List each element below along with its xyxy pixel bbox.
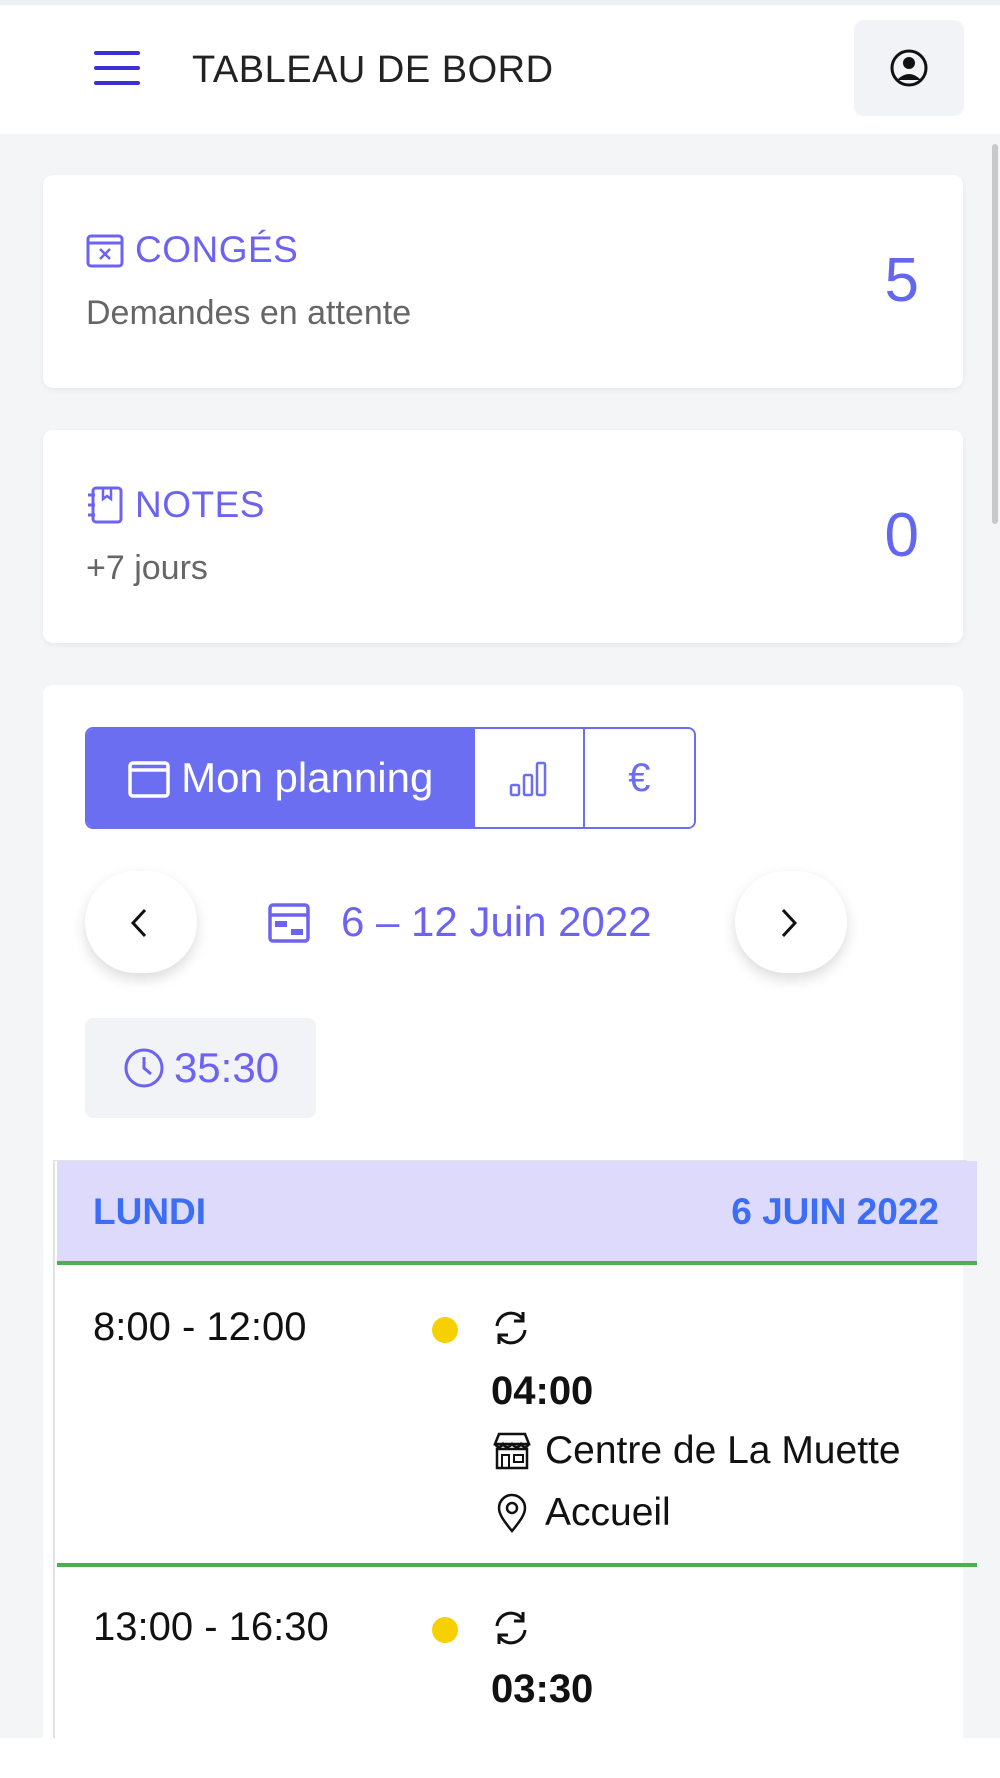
day-header: LUNDI 6 JUIN 2022 [57,1161,977,1265]
menu-icon[interactable] [94,49,142,89]
total-hours-value: 35:30 [173,1044,280,1091]
planning-card: Mon planning € 6 – 12 Juin 2022 35:30 LU… [43,685,977,1738]
conges-title: CONGÉS [135,229,299,270]
total-hours-badge: 35:30 [85,1018,316,1118]
notes-card[interactable]: NOTES +7 jours 0 [43,430,963,643]
notes-count: 0 [884,501,919,570]
map-pin-icon [497,1493,527,1533]
planning-tab-group: Mon planning € [85,727,696,829]
status-dot [432,1317,458,1343]
notes-subtitle: +7 jours [86,549,208,587]
tab-mon-planning[interactable]: Mon planning [87,729,474,827]
tab-statistics[interactable] [473,729,583,827]
clock-icon [124,1048,164,1088]
main-content: CONGÉS Demandes en attente 5 NOTES +7 jo… [0,134,1000,1738]
day-date: 6 JUIN 2022 [731,1191,939,1232]
conges-count: 5 [884,246,919,315]
status-dot [432,1617,458,1643]
user-circle-icon [890,49,928,87]
shift-time: 13:00 - 16:30 [93,1605,329,1649]
conges-label: CONGÉS [85,229,298,271]
shift-slot[interactable]: 8:00 - 12:00 04:00 Centre de La Muette A… [57,1265,977,1563]
previous-week-button[interactable] [85,871,197,973]
shift-duration: 03:30 [491,1667,594,1711]
shift-duration: 04:00 [491,1369,594,1413]
conges-subtitle: Demandes en attente [86,294,412,332]
shift-slot[interactable]: 13:00 - 16:30 03:30 [57,1567,977,1738]
next-week-button[interactable] [735,871,847,973]
notebook-icon [88,486,123,524]
recurring-icon [495,1611,527,1645]
day-name: LUNDI [93,1191,207,1232]
tab-euro[interactable]: € [582,729,694,827]
notes-title: NOTES [135,484,265,525]
calendar-week-icon [268,903,310,943]
tab-mon-planning-label: Mon planning [181,754,434,801]
calendar-icon [128,761,170,798]
bottom-strip [0,1738,1000,1778]
week-range-label: 6 – 12 Juin 2022 [341,898,652,945]
app-header: TABLEAU DE BORD [0,5,1000,134]
euro-icon: € [628,755,651,800]
shift-location: Centre de La Muette [491,1429,901,1473]
recurring-icon [495,1311,527,1345]
shift-post: Accueil [491,1491,671,1535]
shop-icon [493,1432,531,1470]
bar-chart-icon [509,761,547,797]
user-account-button[interactable] [854,20,964,116]
conges-card[interactable]: CONGÉS Demandes en attente 5 [43,175,963,388]
day-schedule: LUNDI 6 JUIN 2022 8:00 - 12:00 04:00 Cen… [53,1160,977,1738]
calendar-x-icon [86,234,124,268]
notes-label: NOTES [85,484,265,526]
shift-time: 8:00 - 12:00 [93,1305,307,1349]
shift-location-label: Centre de La Muette [545,1429,901,1472]
chevron-right-icon [781,908,798,938]
page-title: TABLEAU DE BORD [192,49,554,91]
week-range[interactable]: 6 – 12 Juin 2022 [267,898,652,946]
chevron-left-icon [130,908,147,938]
shift-post-label: Accueil [545,1491,671,1534]
scrollbar[interactable] [992,144,998,524]
